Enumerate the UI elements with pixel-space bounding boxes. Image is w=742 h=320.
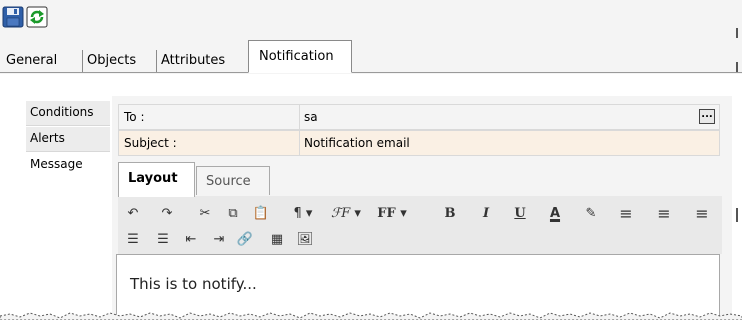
tab-notification[interactable]: Notification — [248, 40, 352, 73]
align-left-button[interactable]: ≡ — [616, 204, 636, 224]
to-field[interactable]: sa — [299, 105, 704, 129]
ordered-list-button[interactable]: ☰ — [122, 230, 144, 250]
sidebar-item-message[interactable]: Message — [26, 153, 110, 183]
insert-link-button[interactable]: 🔗 — [234, 230, 256, 250]
tab-divider — [0, 72, 742, 73]
torn-edge — [0, 312, 742, 320]
paragraph-dropdown[interactable]: ¶ ▾ — [286, 204, 320, 224]
font-family-dropdown[interactable]: ℱF ▾ — [324, 204, 368, 224]
insert-table-button[interactable]: ▦ — [266, 230, 288, 250]
editor-tab-source[interactable]: Source — [196, 166, 270, 195]
editor-content[interactable]: This is to notify... — [130, 275, 257, 293]
copy-button[interactable]: ⧉ — [222, 204, 244, 224]
to-label: To : — [124, 105, 300, 129]
paste-button[interactable]: 📋 — [250, 204, 272, 224]
cut-button[interactable]: ✂ — [194, 204, 216, 224]
refresh-icon — [26, 6, 48, 28]
scroll-edge — [736, 28, 738, 38]
insert-image-button[interactable]: 🖼 — [294, 230, 316, 250]
sidebar-item-alerts[interactable]: Alerts — [26, 127, 110, 152]
subject-label: Subject : — [124, 131, 300, 155]
tab-general[interactable]: General — [2, 50, 61, 72]
unordered-list-button[interactable]: ☰ — [152, 230, 174, 250]
align-right-button[interactable]: ≡ — [692, 204, 712, 224]
top-toolbar — [0, 0, 742, 34]
editor-tab-layout[interactable]: Layout — [118, 162, 195, 197]
subject-row: Subject : Notification email — [118, 130, 720, 156]
scroll-edge — [736, 208, 738, 222]
sidebar-item-conditions[interactable]: Conditions — [26, 101, 110, 126]
highlight-button[interactable]: ✎ — [580, 204, 602, 224]
font-size-dropdown[interactable]: FF ▾ — [372, 204, 412, 224]
scroll-edge — [736, 62, 738, 72]
underline-button[interactable]: U — [510, 204, 530, 224]
editor-toolbar: ↶ ↷ ✂ ⧉ 📋 ¶ ▾ ℱF ▾ FF ▾ B I U A ✎ ≡ ≡ ≡ … — [118, 196, 722, 254]
to-row: To : sa ... — [118, 104, 720, 130]
font-color-button[interactable]: A — [544, 204, 566, 224]
align-center-button[interactable]: ≡ — [654, 204, 674, 224]
refresh-button[interactable] — [26, 6, 48, 28]
redo-button[interactable]: ↷ — [156, 204, 178, 224]
bold-button[interactable]: B — [440, 204, 460, 224]
undo-button[interactable]: ↶ — [122, 204, 144, 224]
indent-button[interactable]: ⇥ — [208, 230, 230, 250]
outdent-button[interactable]: ⇤ — [180, 230, 202, 250]
save-button[interactable] — [2, 6, 24, 28]
save-icon — [2, 6, 24, 28]
tab-objects[interactable]: Objects — [82, 50, 140, 72]
italic-button[interactable]: I — [476, 204, 496, 224]
browse-recipients-button[interactable]: ... — [699, 109, 715, 124]
tab-attributes[interactable]: Attributes — [156, 50, 229, 72]
subject-field[interactable]: Notification email — [299, 131, 704, 155]
